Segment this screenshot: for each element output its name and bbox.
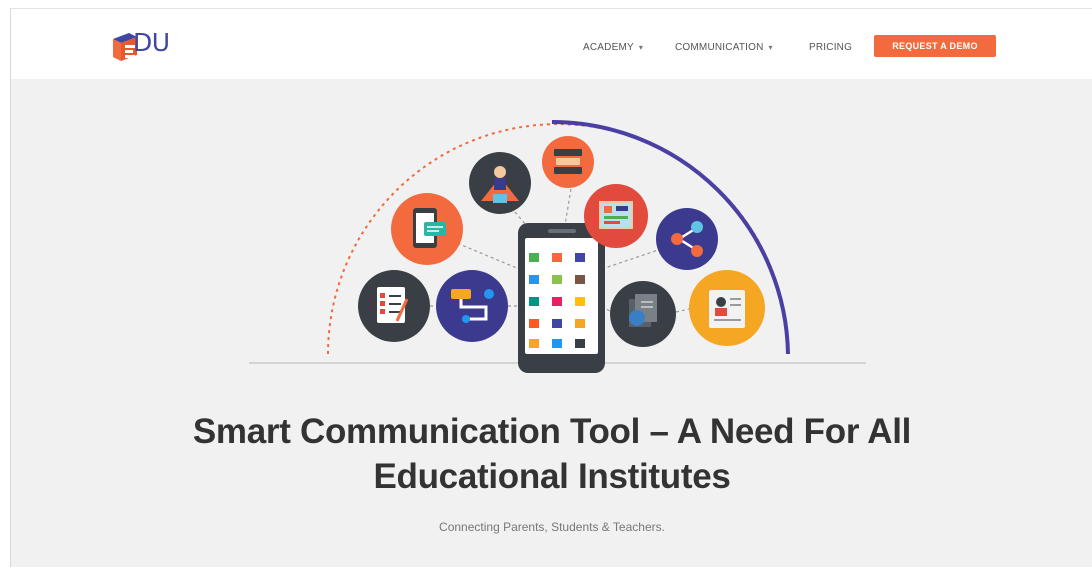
headline-line-1: Smart Communication Tool – A Need For Al…: [192, 412, 912, 451]
route-map-icon: [436, 270, 508, 342]
checklist-icon: [358, 270, 430, 342]
page-frame: DU ACADEMY ▾ COMMUNICATION ▾ PRICING REQ…: [10, 8, 1092, 567]
share-icon: [656, 208, 718, 270]
books-icon: [542, 136, 594, 188]
teacher-icon: [469, 152, 531, 214]
noticeboard-icon: [584, 184, 648, 248]
hero-headline: Smart Communication Tool – A Need For Al…: [11, 409, 1092, 499]
chat-phone-icon: [391, 193, 463, 265]
profile-card-icon: [689, 270, 765, 346]
hero-illustration: [249, 120, 866, 373]
hero-subtitle: Connecting Parents, Students & Teachers.: [439, 520, 665, 534]
headline-line-2: Educational Institutes: [373, 457, 731, 496]
smartphone-icon: [518, 223, 605, 373]
documents-icon: [610, 281, 676, 347]
